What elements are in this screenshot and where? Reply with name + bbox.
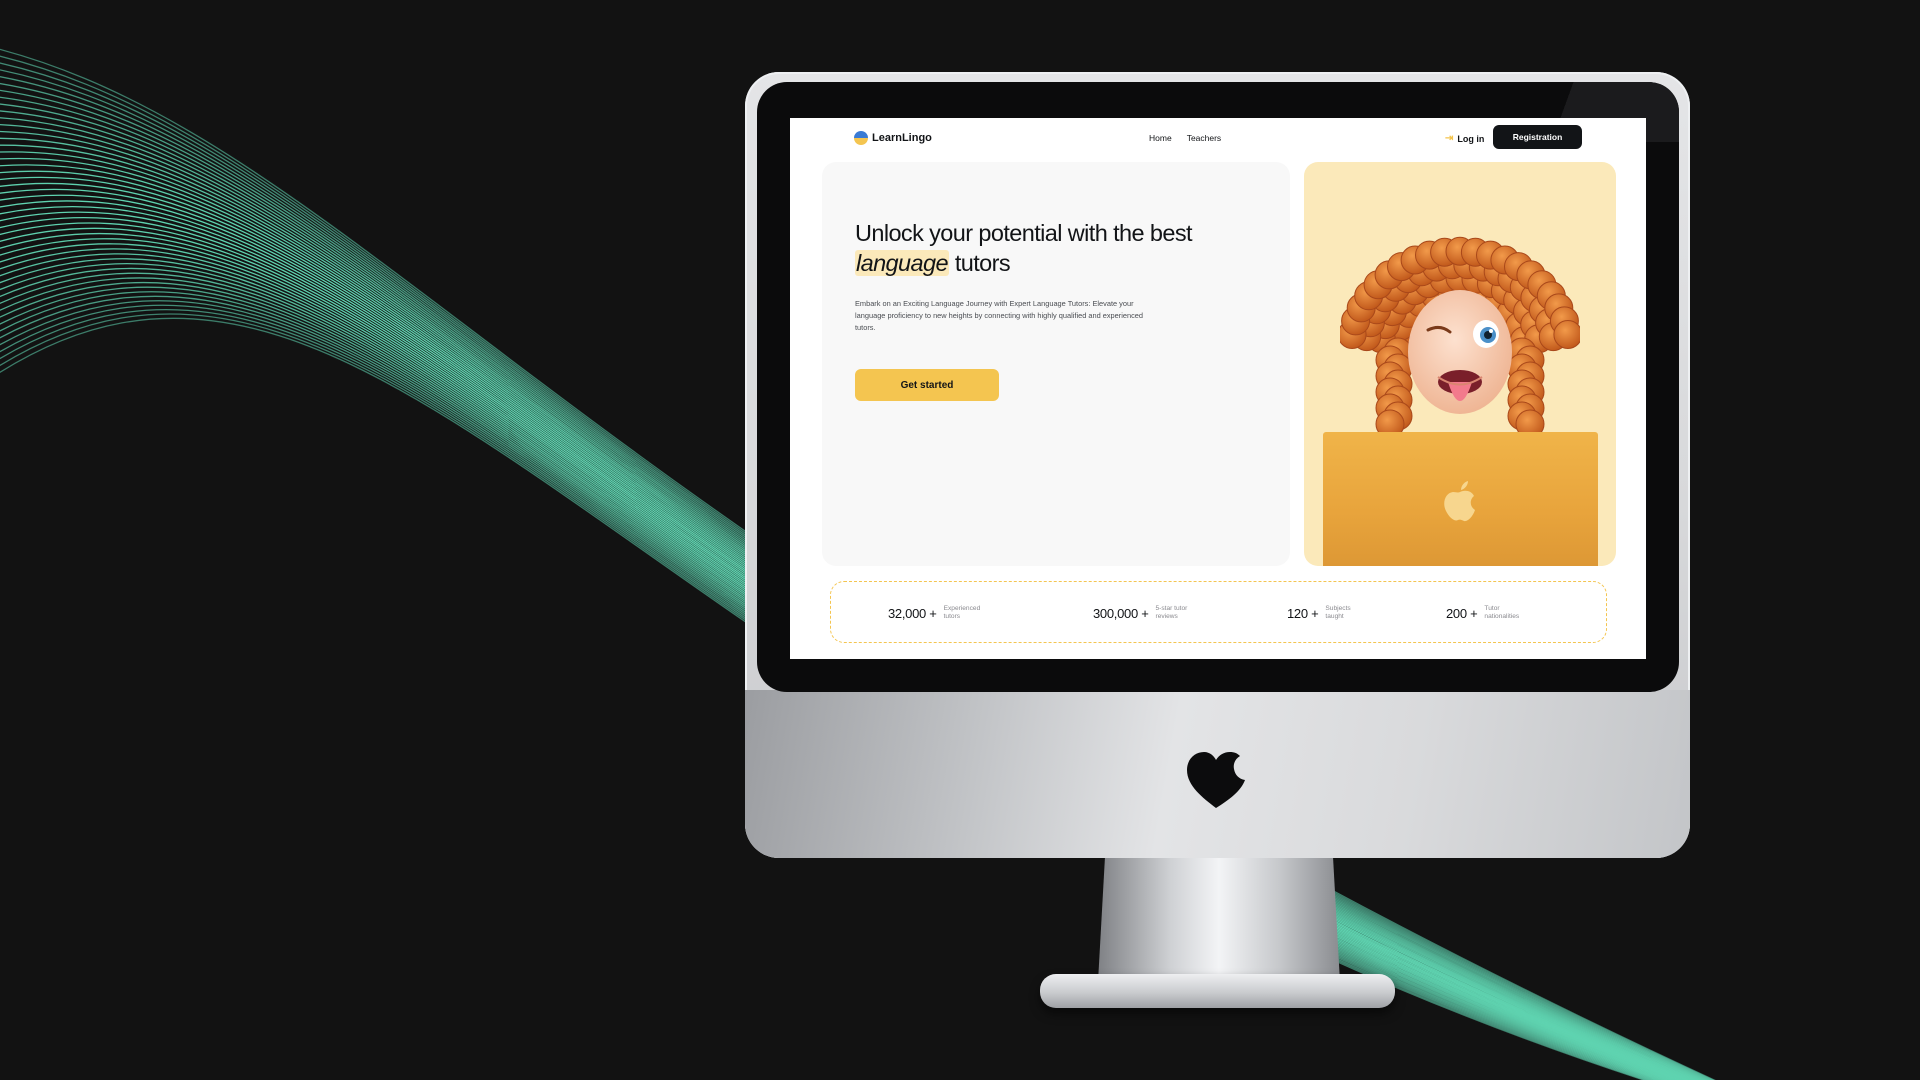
- stat-value: 32,000 +: [888, 605, 937, 621]
- login-icon: ⇥: [1445, 133, 1454, 144]
- laptop-image: [1323, 432, 1598, 566]
- stats-bar: 32,000 + Experienced tutors 300,000 + 5-…: [830, 581, 1607, 643]
- stat-item: 32,000 + Experienced tutors: [888, 605, 988, 621]
- registration-button[interactable]: Registration: [1493, 125, 1582, 149]
- website-screen: LearnLingo Home Teachers ⇥ Log in Regist…: [790, 118, 1646, 659]
- login-button[interactable]: ⇥ Log in: [1445, 133, 1484, 144]
- stat-value: 120 +: [1287, 605, 1319, 621]
- hero-title-end: tutors: [948, 250, 1011, 276]
- nav-link-home[interactable]: Home: [1149, 133, 1172, 143]
- stat-label: Tutor nationalities: [1484, 605, 1520, 620]
- hero-card: Unlock your potential with the best lang…: [822, 162, 1290, 566]
- memoji-avatar-image: [1340, 236, 1580, 439]
- stat-item: 300,000 + 5-star tutor reviews: [1093, 605, 1200, 621]
- hero-title-start: Unlock your potential with the best: [855, 220, 1193, 246]
- hero-description: Embark on an Exciting Language Journey w…: [855, 299, 1144, 333]
- header-nav: LearnLingo Home Teachers ⇥ Log in Regist…: [790, 118, 1646, 158]
- brand-name: LearnLingo: [872, 132, 932, 144]
- brand-logo[interactable]: LearnLingo: [854, 131, 932, 145]
- nav-link-teachers[interactable]: Teachers: [1187, 133, 1222, 143]
- stat-label: 5-star tutor reviews: [1155, 605, 1188, 620]
- stat-label: Experienced tutors: [943, 605, 981, 620]
- hero-image-card: [1304, 162, 1616, 566]
- stat-value: 300,000 +: [1093, 605, 1149, 621]
- imac-stand-base: [1040, 974, 1395, 1008]
- stat-label: Subjects taught: [1325, 605, 1351, 620]
- stat-item: 120 + Subjects taught: [1287, 605, 1369, 621]
- login-label: Log in: [1457, 133, 1485, 144]
- apple-icon: [1444, 481, 1475, 522]
- imac-stand-neck: [1098, 852, 1340, 982]
- get-started-button[interactable]: Get started: [855, 369, 999, 401]
- heart-icon: [1187, 752, 1245, 808]
- stat-item: 200 + Tutor nationalities: [1446, 605, 1528, 621]
- nav-links: Home Teachers: [1149, 133, 1221, 143]
- hero-title-accent: language: [855, 250, 949, 276]
- stat-value: 200 +: [1446, 605, 1478, 621]
- ukraine-flag-icon: [854, 131, 868, 145]
- hero-title: Unlock your potential with the best lang…: [855, 218, 1215, 278]
